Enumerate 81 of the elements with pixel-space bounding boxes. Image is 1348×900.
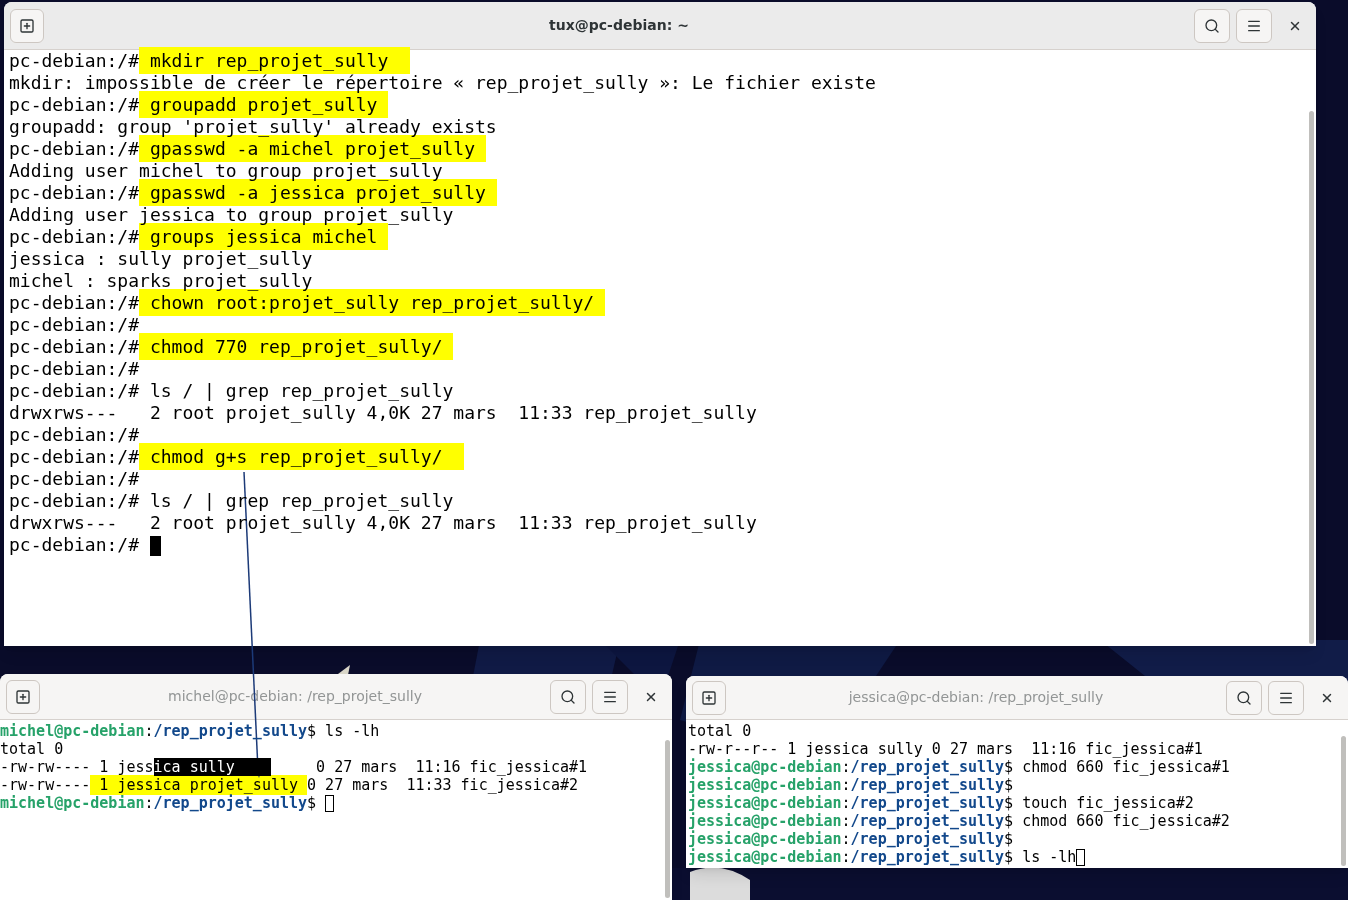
terminal-text: $ [1004, 776, 1014, 794]
menu-button[interactable] [1268, 680, 1304, 715]
highlighted-text: mkdir rep_projet_sully [139, 47, 410, 74]
window-title: tux@pc-debian: ~ [548, 16, 690, 35]
terminal-text: pc-debian:/# [9, 50, 140, 71]
prompt-path: /rep_projet_sully [850, 830, 1005, 848]
terminal-text: pc-debian:/# [9, 226, 140, 247]
prompt-path: /rep_projet_sully [850, 848, 1005, 866]
terminal-text: $ chmod 660 fic_jessica#2 [1004, 812, 1230, 830]
terminal-text: total 0 [0, 740, 64, 758]
terminal-text: jessica : sully projet_sully [9, 248, 313, 269]
terminal-text: groupadd: group 'projet_sully' already exists [9, 116, 497, 137]
prompt-path: /rep_projet_sully [850, 758, 1005, 776]
new-tab-icon [19, 17, 35, 34]
terminal-text: Adding user michel to group projet_sully [9, 160, 443, 181]
terminal-text: : [841, 848, 851, 866]
prompt-user-host: jessica@pc-debian [688, 758, 842, 776]
new-tab-button[interactable] [10, 8, 44, 43]
terminal-text: 0 27 mars 11:33 fic_jessica#2 [307, 776, 578, 794]
search-button[interactable] [550, 679, 586, 714]
terminal-text: pc-debian:/# [9, 446, 140, 467]
prompt-user-host: jessica@pc-debian [688, 812, 842, 830]
terminal-text: pc-debian:/# [9, 182, 140, 203]
search-button[interactable] [1194, 8, 1230, 43]
terminal-text: : [144, 722, 154, 740]
terminal-text: -rw-r--r-- 1 jessica sully 0 27 mars 11:16 fic_jessica#1 [688, 740, 1203, 758]
terminal-text: : [144, 794, 154, 812]
new-tab-button[interactable] [6, 679, 40, 714]
prompt-user-host: jessica@pc-debian [688, 830, 842, 848]
selected-text: ica sully [153, 758, 271, 776]
prompt-user-host: jessica@pc-debian [688, 848, 842, 866]
prompt-path: /rep_projet_sully [850, 776, 1005, 794]
terminal-text: pc-debian:/# [9, 138, 140, 159]
prompt-user-host: jessica@pc-debian [688, 794, 842, 812]
terminal-text: michel : sparks projet_sully [9, 270, 313, 291]
terminal-text: : [841, 794, 851, 812]
terminal-text: pc-debian:/# [9, 534, 141, 555]
search-icon [560, 688, 576, 705]
menu-button[interactable] [592, 679, 628, 714]
highlighted-text: chmod 770 rep_projet_sully/ [139, 333, 454, 360]
terminal-text: -rw-rw---- [0, 776, 91, 794]
terminal-text: pc-debian:/# [9, 424, 140, 445]
terminal-text: pc-debian:/# [9, 94, 140, 115]
terminal-text: $ ls -lh [307, 722, 380, 740]
terminal-text: $ ls -lh [1004, 848, 1077, 866]
terminal-text: : [841, 758, 851, 776]
highlighted-text: 1 jessica projet_sully [90, 775, 308, 795]
terminal-text: Adding user jessica to group projet_sully [9, 204, 454, 225]
prompt-path: /rep_projet_sully [850, 794, 1005, 812]
terminal-text: pc-debian:/# [9, 314, 140, 335]
terminal-text: pc-debian:/# [9, 336, 140, 357]
terminal-text: -rw-rw---- 1 jess [0, 758, 154, 776]
menu-button[interactable] [1236, 8, 1272, 43]
terminal-text: $ [1004, 830, 1014, 848]
terminal-text: $ chmod 660 fic_jessica#1 [1004, 758, 1230, 776]
highlighted-text: chmod g+s rep_projet_sully/ [139, 443, 465, 470]
terminal-text: total 0 [688, 722, 752, 740]
terminal-text: : [841, 776, 851, 794]
terminal-text: pc-debian:/# [9, 292, 140, 313]
terminal-text: pc-debian:/# [9, 358, 140, 379]
terminal-text: $ touch fic_jessica#2 [1004, 794, 1194, 812]
prompt-path: /rep_projet_sully [850, 812, 1005, 830]
terminal-text: drwxrws--- 2 root projet_sully 4,0K 27 mars 11:33 rep_projet_sully [9, 402, 757, 423]
window-title: jessica@pc-debian: /rep_projet_sully [847, 688, 1105, 707]
terminal-text: 0 27 mars 11:16 fic_jessica#1 [315, 758, 587, 776]
terminal-text: pc-debian:/# [9, 468, 140, 489]
terminal-text: pc-debian:/# ls / | grep rep_projet_sully [9, 380, 454, 401]
new-tab-button[interactable] [692, 680, 726, 715]
prompt-path: /rep_projet_sully [153, 794, 308, 812]
terminal-text: mkdir: impossible de créer le répertoire « rep_projet_sully »: Le fichier existe [9, 72, 876, 93]
search-icon [1204, 17, 1220, 34]
terminal-text: : [841, 812, 851, 830]
search-button[interactable] [1226, 680, 1262, 715]
new-tab-icon [701, 689, 717, 706]
new-tab-icon [15, 688, 31, 705]
prompt-user-host: michel@pc-debian [0, 722, 145, 740]
prompt-user-host: michel@pc-debian [0, 794, 145, 812]
prompt-user-host: jessica@pc-debian [688, 776, 842, 794]
terminal-text: $ [307, 794, 318, 812]
search-icon [1236, 689, 1252, 706]
terminal-text: : [841, 830, 851, 848]
